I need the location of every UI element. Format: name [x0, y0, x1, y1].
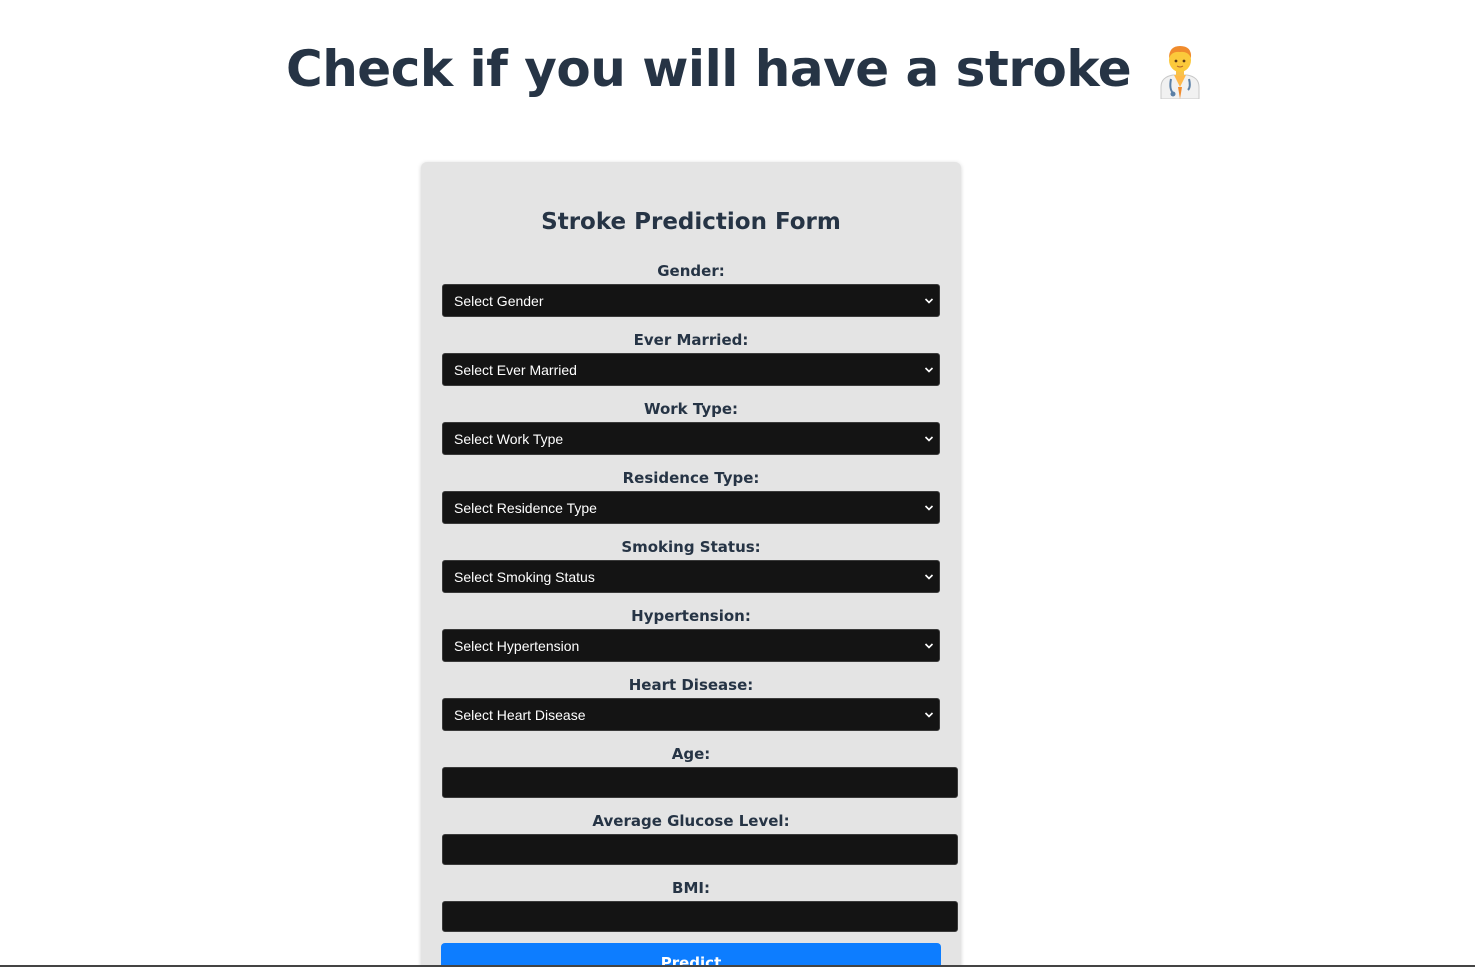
bmi-label: BMI:: [672, 879, 710, 897]
smoking-status-label: Smoking Status:: [621, 538, 761, 556]
chevron-down-icon: [924, 436, 934, 442]
chevron-down-icon: [924, 298, 934, 304]
predict-button[interactable]: Predict: [441, 943, 941, 967]
heart-disease-select[interactable]: Select Heart Disease: [442, 698, 940, 731]
smoking-status-select[interactable]: Select Smoking Status: [442, 560, 940, 593]
age-input[interactable]: [442, 767, 958, 798]
hypertension-select[interactable]: Select Hypertension: [442, 629, 940, 662]
ever-married-label: Ever Married:: [633, 331, 749, 349]
chevron-down-icon: [924, 367, 934, 373]
work-type-select[interactable]: Select Work Type: [442, 422, 940, 455]
prediction-form-card: Stroke Prediction Form Gender: Select Ge…: [421, 162, 961, 967]
residence-type-select-value: Select Residence Type: [454, 499, 597, 516]
work-type-label: Work Type:: [643, 400, 739, 418]
residence-type-select[interactable]: Select Residence Type: [442, 491, 940, 524]
gender-label: Gender:: [657, 262, 725, 280]
page: Check if you will have a stroke Stroke P…: [0, 0, 1475, 967]
glucose-level-label: Average Glucose Level:: [592, 812, 790, 830]
form-title: Stroke Prediction Form: [541, 209, 841, 235]
hypertension-select-value: Select Hypertension: [454, 637, 580, 654]
work-type-select-value: Select Work Type: [454, 430, 564, 447]
ever-married-select-value: Select Ever Married: [454, 361, 577, 378]
ever-married-select[interactable]: Select Ever Married: [442, 353, 940, 386]
gender-select-value: Select Gender: [454, 292, 544, 309]
residence-type-label: Residence Type:: [622, 469, 760, 487]
health-worker-icon: [1157, 43, 1203, 100]
heart-disease-select-value: Select Heart Disease: [454, 706, 586, 723]
chevron-down-icon: [924, 712, 934, 718]
glucose-level-input[interactable]: [442, 834, 958, 865]
age-label: Age:: [671, 745, 711, 763]
page-title: Check if you will have a stroke: [286, 40, 1203, 100]
chevron-down-icon: [924, 574, 934, 580]
hypertension-label: Hypertension:: [631, 607, 751, 625]
smoking-status-select-value: Select Smoking Status: [454, 568, 595, 585]
chevron-down-icon: [924, 643, 934, 649]
gender-select[interactable]: Select Gender: [442, 284, 940, 317]
chevron-down-icon: [924, 505, 934, 511]
heart-disease-label: Heart Disease:: [628, 676, 754, 694]
page-title-text: Check if you will have a stroke: [286, 40, 1132, 98]
bmi-input[interactable]: [442, 901, 958, 932]
